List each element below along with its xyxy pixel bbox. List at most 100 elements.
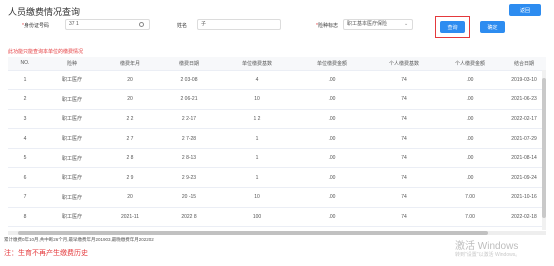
table-cell: .00 (438, 89, 502, 110)
table-cell: 2021-10-16 (502, 187, 546, 208)
table-cell: 74 (370, 148, 438, 169)
table-row[interactable]: 8 职工医疗 2021-11 2022 8 100 .00 74 7.00 2022-02… (8, 207, 546, 228)
table-cell: 74 (370, 187, 438, 208)
id-number-input[interactable]: 37 1 (65, 19, 150, 30)
table-cell: 2021-08-14 (502, 148, 546, 169)
table-cell: .00 (294, 167, 370, 189)
table-cell: 职工医疗 (42, 128, 102, 149)
table-cell: 74 (370, 70, 438, 91)
table-cell: 20 -15 (158, 187, 220, 208)
column-header[interactable]: 缴费年月 (102, 57, 158, 71)
table-cell: 20 (102, 70, 158, 91)
payment-summary: 累计缴费0年10月,共中断26个月,最早缴费年月201903,最晚缴费年月202… (4, 237, 154, 242)
table-cell: .00 (294, 89, 370, 110)
table-cell: 2022-02-18 (502, 207, 546, 228)
vertical-scroll-thumb[interactable] (542, 78, 546, 218)
column-header[interactable]: 结合日期 (502, 57, 546, 71)
table-cell: 2 8-13 (158, 148, 220, 169)
table-cell: 1 2 (220, 109, 294, 130)
table-cell: 职工医疗 (42, 167, 102, 189)
table-header-row: NO. 险种 缴费年月 缴费日期 单位缴费基数 单位缴费金额 个人缴费基数 个人… (8, 57, 546, 71)
table-row[interactable]: 2 职工医疗 20 2 06-21 10 .00 74 .00 2021-06-23 (8, 89, 546, 110)
table-cell: 职工医疗 (42, 207, 102, 228)
table-cell: 2 9-23 (158, 167, 220, 189)
table-cell: 74 (370, 109, 438, 130)
table-row[interactable]: 4 职工医疗 2 72 7-28 1 .00 74 .00 2021-07-29 (8, 128, 546, 149)
table-row[interactable]: 5 职工医疗 2 82 8-13 1 .00 74 .00 2021-08-14 (8, 148, 546, 169)
chevron-down-icon[interactable]: ⌄ (404, 21, 408, 27)
id-label: *身份证号码 (22, 22, 49, 29)
table-cell: 2 2 (102, 109, 158, 130)
table-cell: .00 (438, 109, 502, 130)
table-cell: .00 (438, 70, 502, 91)
table-cell: 2021-09-24 (502, 167, 546, 189)
name-label: 姓名 (177, 23, 188, 29)
table-cell: 2 9 (102, 167, 158, 189)
page-title: 人员缴费情况查询 (8, 7, 81, 17)
table-cell: 1 (220, 128, 294, 149)
insurance-label: *险种标志 (316, 22, 338, 29)
table-cell: 职工医疗 (42, 89, 102, 110)
column-header[interactable]: NO. (8, 57, 42, 71)
table-cell: 74 (370, 167, 438, 189)
query-button[interactable]: 查询 (440, 21, 465, 33)
horizontal-scroll-thumb[interactable] (18, 231, 488, 235)
windows-watermark-title: 激活 Windows (455, 241, 519, 252)
table-cell: .00 (438, 128, 502, 149)
table-cell: .00 (294, 207, 370, 228)
name-input[interactable]: 子 (197, 19, 281, 30)
payment-table: NO. 险种 缴费年月 缴费日期 单位缴费基数 单位缴费金额 个人缴费基数 个人… (8, 57, 546, 228)
table-cell: 2022-02-17 (502, 109, 546, 130)
horizontal-scrollbar[interactable] (8, 231, 546, 235)
column-header[interactable]: 单位缴费金额 (294, 57, 370, 71)
table-cell: .00 (294, 148, 370, 169)
column-header[interactable]: 缴费日期 (158, 57, 220, 71)
table-cell: .00 (294, 109, 370, 130)
table-cell: 职工医疗 (42, 109, 102, 130)
column-header[interactable]: 个人缴费金额 (438, 57, 502, 71)
vertical-scrollbar[interactable] (542, 70, 546, 230)
table-cell: .00 (294, 187, 370, 208)
table-cell: 20 (102, 187, 158, 208)
column-header[interactable]: 险种 (42, 57, 102, 71)
table-cell: 4 (8, 128, 42, 149)
table-row[interactable]: 6 职工医疗 2 92 9-23 1 .00 74 .00 2021-09-24 (8, 167, 546, 189)
table-cell: 职工医疗 (42, 70, 102, 91)
id-label-text: 身份证号码 (23, 23, 49, 29)
table-cell: 6 (8, 167, 42, 189)
table-cell: 8 (8, 207, 42, 228)
table-row[interactable]: 7 职工医疗 20 20 -15 10 .00 74 7.00 2021-10-16 (8, 187, 546, 208)
confirm-button[interactable]: 确定 (480, 21, 505, 33)
table-cell: 5 (8, 148, 42, 169)
maternity-note: 注：生育不再产生缴费历史 (4, 250, 88, 257)
table-cell: 2 (8, 89, 42, 110)
table-cell: 职工医疗 (42, 187, 102, 208)
table-cell: 74 (370, 128, 438, 149)
insurance-label-text: 险种标志 (317, 23, 338, 29)
table-cell: 2021-11 (102, 207, 158, 228)
table-cell: 2 2-17 (158, 109, 220, 130)
table-cell: 4 (220, 70, 294, 91)
table-cell: 10 (220, 187, 294, 208)
table-cell: 20 (102, 89, 158, 110)
search-icon[interactable] (139, 22, 144, 27)
table-row[interactable]: 1 职工医疗 20 2 03-08 4 .00 74 .00 2019-03-10 (8, 70, 546, 91)
back-button[interactable]: 返回 (509, 4, 541, 16)
table-row[interactable]: 3 职工医疗 2 22 2-17 1 2 .00 74 .00 2022-02-17 (8, 109, 546, 130)
table-cell: 1 (220, 148, 294, 169)
windows-watermark-subtitle: 转到"设置"以激活 Windows。 (455, 252, 521, 258)
table-cell: 7.00 (438, 187, 502, 208)
table-cell: 2 03-08 (158, 70, 220, 91)
table-cell: 1 (220, 167, 294, 189)
insurance-select[interactable]: 职工基本医疗保险 (343, 19, 413, 30)
table-cell: 2 7-28 (158, 128, 220, 149)
table-cell: 2021-06-23 (502, 89, 546, 110)
table-cell: 7 (8, 187, 42, 208)
column-header[interactable]: 个人缴费基数 (370, 57, 438, 71)
table-cell: 74 (370, 89, 438, 110)
column-header[interactable]: 单位缴费基数 (220, 57, 294, 71)
table-cell: 74 (370, 207, 438, 228)
table-cell: .00 (438, 148, 502, 169)
table-cell: 2019-03-10 (502, 70, 546, 91)
table-cell: 2 06-21 (158, 89, 220, 110)
